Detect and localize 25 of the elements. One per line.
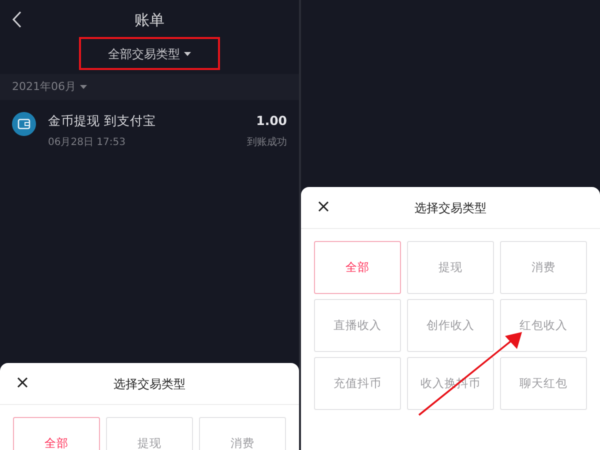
sheet-title: 选择交易类型	[414, 200, 486, 216]
option-button[interactable]: 全部	[314, 241, 401, 294]
transaction-status: 到账成功	[247, 136, 287, 150]
transaction-date: 06月28日 17:53	[48, 136, 126, 150]
option-button[interactable]: 全部	[13, 417, 100, 450]
filter-dropdown[interactable]: 全部交易类型	[108, 44, 191, 62]
option-button[interactable]: 提现	[106, 417, 193, 450]
transaction-amount: 1.00	[255, 112, 287, 130]
wallet-icon[interactable]	[12, 112, 36, 136]
option-button[interactable]: 直播收入	[314, 299, 401, 352]
option-button[interactable]: 聊天红包	[500, 357, 587, 410]
option-button[interactable]: 消费	[199, 417, 286, 450]
sheet-title: 选择交易类型	[114, 376, 186, 392]
option-button[interactable]: 红包收入	[500, 299, 587, 352]
page-title: 账单	[134, 10, 164, 31]
back-icon[interactable]	[12, 11, 22, 28]
close-icon[interactable]	[17, 377, 28, 388]
transaction-title: 金币提现 到支付宝	[48, 112, 157, 130]
option-button[interactable]: 消费	[500, 241, 587, 294]
month-selector[interactable]: 2021年06月	[12, 78, 87, 96]
option-button[interactable]: 提现	[407, 241, 494, 294]
option-button[interactable]: 创作收入	[407, 299, 494, 352]
option-button[interactable]: 充值抖币	[314, 357, 401, 410]
caret-icon[interactable]	[184, 52, 191, 56]
close-icon[interactable]	[318, 201, 329, 212]
